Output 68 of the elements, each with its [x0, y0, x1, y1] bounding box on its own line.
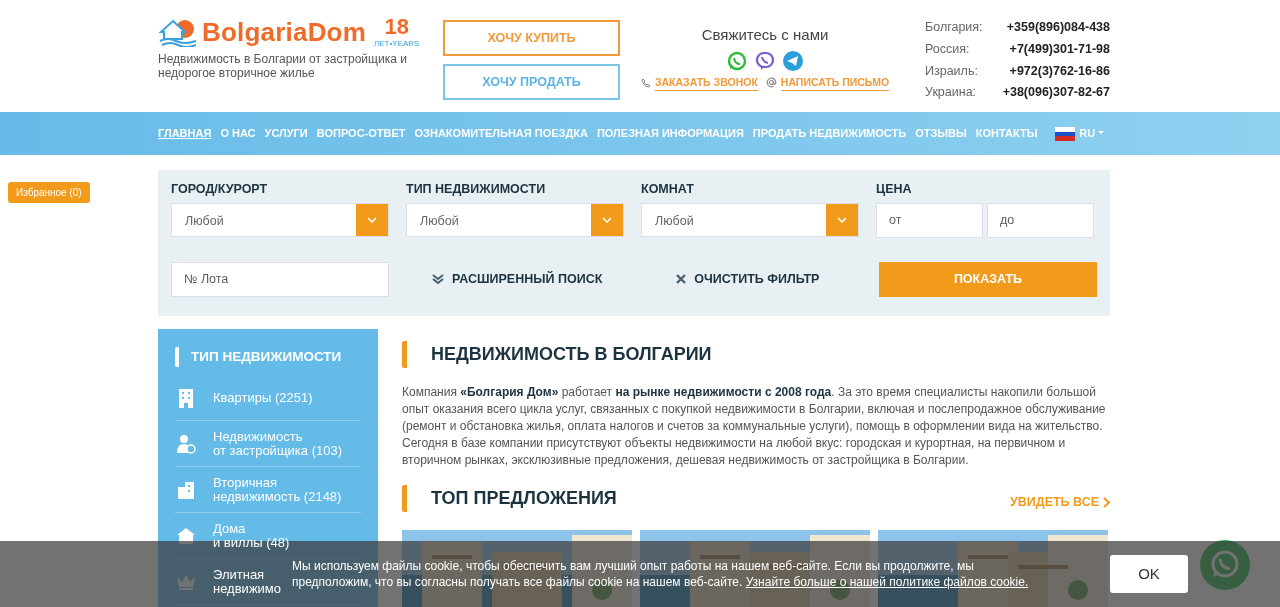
- chevron-down-icon: [602, 216, 612, 223]
- at-sign-icon: [765, 77, 777, 89]
- viber-icon[interactable]: [755, 50, 775, 71]
- favorites-badge[interactable]: Избранное (0): [8, 182, 90, 203]
- whatsapp-icon[interactable]: [727, 50, 747, 71]
- chevron-right-icon: [1103, 496, 1110, 508]
- phone-number[interactable]: +972(3)762-16-86: [1009, 61, 1110, 81]
- select-field[interactable]: Любой: [406, 202, 624, 237]
- phone-number[interactable]: +359(896)084-438: [1006, 18, 1110, 37]
- close-icon: [676, 274, 687, 285]
- phone-number[interactable]: +38(096)307-82-67: [1002, 83, 1110, 102]
- tagline: Недвижимость в Болгарии от застройщика и недорогое вторичное жилье: [158, 52, 408, 80]
- contact-title: Свяжитесь с нами: [701, 25, 829, 45]
- cookie-policy-link[interactable]: Узнайте больше о нашей политике файлов cookie.: [745, 575, 1029, 589]
- sidebar-link[interactable]: Недвижимость от застройщика (103): [213, 429, 342, 458]
- field-label: ТИП НЕДВИЖИМОСТИ: [406, 181, 547, 198]
- cookie-text: Мы используем файлы cookie, чтобы обеспечить вам лучший опыт работы на нашем веб-сайте. Если вы продолжите, мы предположим, что вы согласны получать все файлы cookie на нашем веб-сайте. Узнайте больше о нашей политике файлов cookie.: [292, 558, 1030, 590]
- nav-link[interactable]: ОТЗЫВЫ: [915, 125, 967, 142]
- section-heading: НЕДВИЖИМОСТЬ В БОЛГАРИИ: [402, 340, 1110, 368]
- sidebar-link[interactable]: Квартиры (2251): [213, 390, 313, 405]
- years-caption: ЛЕТ•YEARS: [374, 40, 420, 48]
- sidebar-link[interactable]: Элитная недвижимо: [213, 567, 281, 596]
- section-heading: ТОП ПРЕДЛОЖЕНИЯ: [402, 484, 617, 512]
- country-label: Израиль:: [925, 62, 978, 80]
- country-label: Россия:: [925, 40, 970, 58]
- nav-link[interactable]: ПОЛЕЗНАЯ ИНФОРМАЦИЯ: [596, 125, 744, 142]
- double-chevron-icon: [432, 273, 444, 286]
- nav-link[interactable]: ПРОДАТЬ НЕДВИЖИМОСТЬ: [752, 125, 907, 142]
- show-button[interactable]: ПОКАЗАТЬ: [879, 261, 1097, 297]
- nav-link[interactable]: ГЛАВНАЯ: [158, 125, 212, 142]
- nav-link[interactable]: О НАС: [220, 125, 256, 142]
- advanced-search-button[interactable]: РАСШИРЕННЫЙ ПОИСК: [426, 268, 609, 290]
- intro-paragraph: Компания «Болгария Дом» работает на рынке недвижимости с 2008 года. За это время специалисты накопили большой опыт оказания всего цикла услуг, связанных с покупкой недвижимости в Болгарии, включая и послепродажное обслуживание (ремонт и обстановка жилья, оплата налогов и счетов за коммунальные услуги), помощь в оформлении вида на жительство. Сегодня в базе компании присутствуют объекты недвижимости на любой вкус: городская и курортная, на первичном и вторичном рынках, эксклюзивные предложения, дешевая недвижимость от застройщика в Болгарии.: [402, 383, 1107, 469]
- sidebar-link[interactable]: Вторичная недвижимость (2148): [213, 475, 342, 504]
- select-field[interactable]: Любой: [641, 202, 859, 237]
- select-field[interactable]: Любой: [171, 202, 389, 237]
- country-label: Болгария:: [925, 19, 983, 36]
- price-input[interactable]: от: [876, 202, 983, 238]
- email-link[interactable]: НАПИСАТЬ ПИСЬМО: [780, 74, 890, 92]
- logo-text: BolgariaDom: [202, 19, 366, 45]
- nav-link[interactable]: УСЛУГИ: [264, 125, 308, 142]
- flag-icon: [1055, 126, 1076, 141]
- chevron-down-icon: [367, 216, 377, 223]
- language-dropdown[interactable]: RU: [1079, 125, 1104, 142]
- sell-button[interactable]: ХОЧУ ПРОДАТЬ: [443, 64, 620, 100]
- sidebar-title: ТИП НЕДВИЖИМОСТИ: [175, 346, 361, 367]
- phone-icon: [640, 77, 651, 88]
- field-label: ЦЕНА: [876, 181, 913, 198]
- price-input[interactable]: до: [987, 202, 1094, 238]
- buy-button[interactable]: ХОЧУ КУПИТЬ: [443, 20, 620, 56]
- clear-filter-button[interactable]: ОЧИСТИТЬ ФИЛЬТР: [670, 268, 826, 290]
- country-label: Украина:: [925, 84, 977, 102]
- telegram-icon[interactable]: [783, 50, 803, 71]
- phone-number[interactable]: +7(499)301-71-98: [1009, 39, 1110, 59]
- ok-button[interactable]: OK: [1110, 555, 1188, 593]
- logo-icon: [158, 17, 198, 47]
- lot-number-input[interactable]: № Лота: [171, 261, 389, 297]
- building-icon: [177, 387, 195, 408]
- nav-link[interactable]: ОЗНАКОМИТЕЛЬНАЯ ПОЕЗДКА: [414, 125, 588, 142]
- field-label: ГОРОД/КУРОРТ: [171, 181, 269, 198]
- field-label: КОМНАТ: [641, 181, 695, 198]
- years-number: 18: [384, 16, 409, 38]
- callback-link[interactable]: ЗАКАЗАТЬ ЗВОНОК: [654, 74, 758, 92]
- see-all-link[interactable]: УВИДЕТЬ ВСЕ: [1009, 493, 1110, 512]
- chevron-down-icon: [837, 216, 847, 223]
- city-icon: [177, 480, 195, 499]
- nav-link[interactable]: КОНТАКТЫ: [975, 125, 1038, 142]
- nav-link[interactable]: ВОПРОС-ОТВЕТ: [316, 125, 406, 142]
